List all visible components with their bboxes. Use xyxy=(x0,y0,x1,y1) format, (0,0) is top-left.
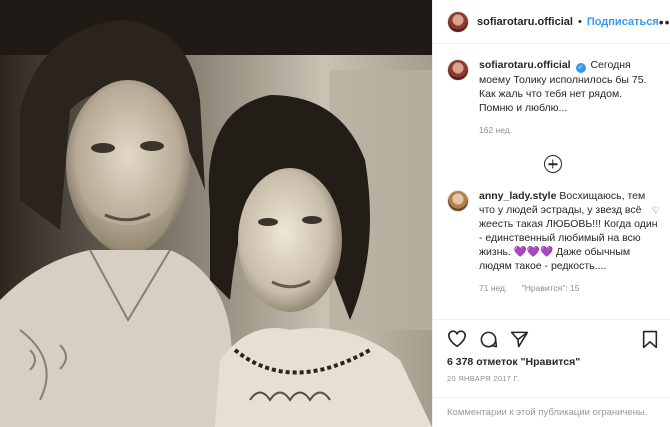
comment-text: Восхищаюсь, тем что у людей эстрады, у з… xyxy=(479,190,658,272)
likes-count[interactable]: 6 378 отметок "Нравится" xyxy=(447,356,658,368)
caption-body: sofiarotaru.official ✓ Сегодня моему Тол… xyxy=(479,58,658,137)
post-date[interactable]: 20 ЯНВАРЯ 2017 Г. xyxy=(447,374,658,383)
more-options-icon[interactable]: ••• xyxy=(659,14,670,30)
comment-meta: 71 нед. "Нравится": 15 xyxy=(479,281,658,295)
author-username[interactable]: sofiarotaru.official xyxy=(477,16,573,28)
caption-meta: 162 нед. xyxy=(479,123,658,137)
comment-icon[interactable] xyxy=(479,330,498,349)
plus-circle-icon[interactable] xyxy=(543,155,562,173)
action-icons-row xyxy=(447,328,658,350)
caption-time[interactable]: 162 нед. xyxy=(479,125,512,135)
verified-badge-icon: ✓ xyxy=(575,63,586,73)
share-icon[interactable] xyxy=(510,330,529,349)
comment-text-block: anny_lady.style Восхищаюсь, тем что у лю… xyxy=(479,189,658,273)
comment-like-heart-icon[interactable]: ♡ xyxy=(652,205,660,216)
follow-button[interactable]: Подписаться xyxy=(587,16,659,28)
caption-entry: sofiarotaru.official ✓ Сегодня моему Тол… xyxy=(447,58,658,137)
comments-restricted-note: Комментарии к этой публикации ограничены… xyxy=(433,397,670,427)
commenter-avatar[interactable] xyxy=(447,190,469,212)
post-photo[interactable] xyxy=(0,0,432,427)
post-actions: 6 378 отметок "Нравится" 20 ЯНВАРЯ 2017 … xyxy=(433,319,670,397)
comments-list[interactable]: sofiarotaru.official ✓ Сегодня моему Тол… xyxy=(433,44,670,319)
sepia-couple-photo xyxy=(0,0,432,427)
load-more-comments xyxy=(447,155,658,173)
post-side-panel: sofiarotaru.official • Подписаться ••• s… xyxy=(432,0,670,427)
caption-username[interactable]: sofiarotaru.official xyxy=(479,59,571,71)
instagram-post-view: sofiarotaru.official • Подписаться ••• s… xyxy=(0,0,670,427)
commenter-username[interactable]: anny_lady.style xyxy=(479,190,556,202)
heart-icon[interactable] xyxy=(447,330,467,348)
post-header: sofiarotaru.official • Подписаться ••• xyxy=(433,0,670,44)
bookmark-icon[interactable] xyxy=(642,330,658,349)
caption-text-block: sofiarotaru.official ✓ Сегодня моему Тол… xyxy=(479,58,658,115)
comment-likes[interactable]: "Нравится": 15 xyxy=(522,283,580,293)
caption-avatar[interactable] xyxy=(447,59,469,81)
comment-time[interactable]: 71 нед. xyxy=(479,283,507,293)
header-separator: • xyxy=(577,15,582,28)
comment-item: anny_lady.style Восхищаюсь, тем что у лю… xyxy=(447,189,658,295)
author-avatar[interactable] xyxy=(447,10,469,33)
comment-body: anny_lady.style Восхищаюсь, тем что у лю… xyxy=(479,189,658,295)
